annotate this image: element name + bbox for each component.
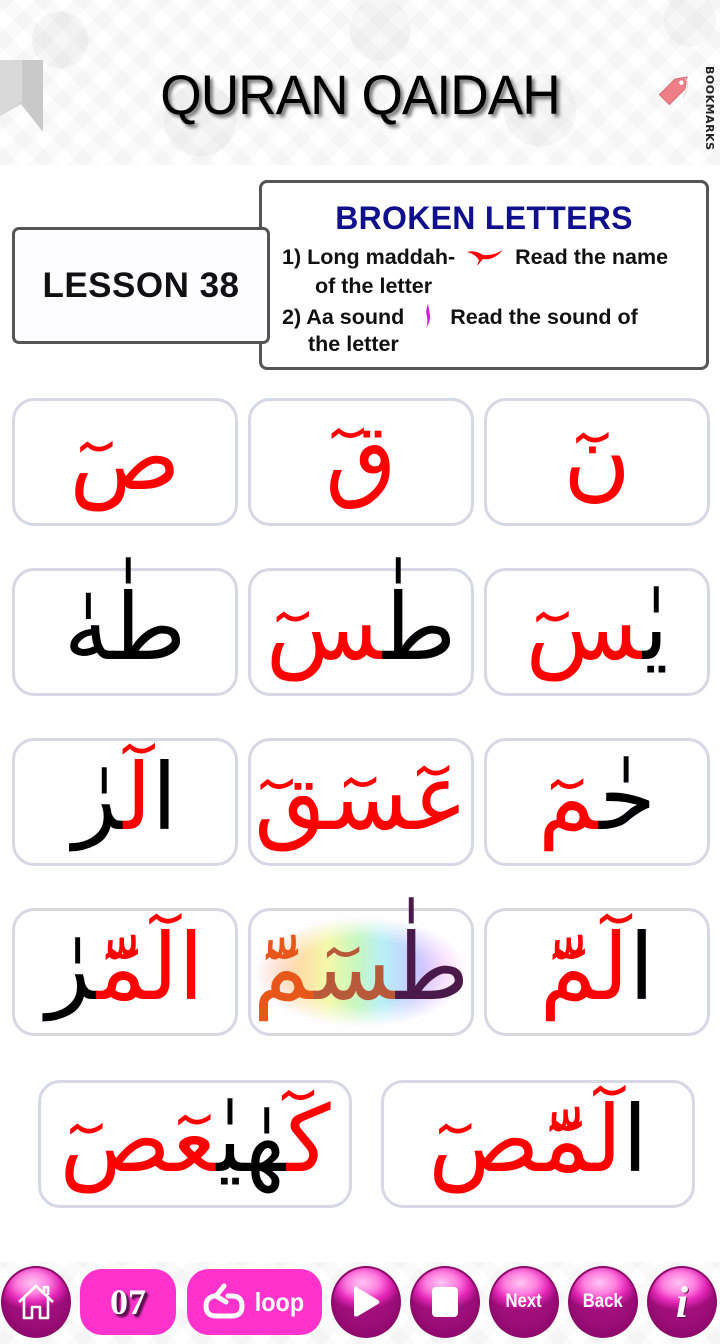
letter-segment: لٓمّٓ (96, 914, 179, 1021)
letter-segment: نٓ (563, 404, 631, 511)
app-title: QURAN QAIDAH (160, 63, 560, 126)
letter-segment: حٰ (599, 744, 657, 851)
letter-segment: لٓمّٓ (539, 914, 629, 1021)
arabic-letters: حٰمٓ (538, 752, 656, 844)
play-icon (354, 1286, 380, 1317)
arabic-letters: طٰسٓمّٓ (253, 922, 470, 1014)
letter-segment: ا (151, 744, 178, 851)
letter-card[interactable]: طٰسٓمّٓ (248, 908, 474, 1036)
letter-segment: عٓسٓقٓ (254, 744, 468, 851)
letter-card[interactable]: عٓسٓقٓ (248, 738, 474, 866)
letter-segment: صٓ (69, 404, 181, 511)
letter-segment: مّٓ (252, 914, 314, 1021)
letter-segment: يٰ (642, 574, 669, 681)
letter-card[interactable]: يٰسٓ (484, 568, 710, 696)
letter-segment: طٰ (396, 914, 470, 1021)
arabic-letters: الٓمّٓرٰ (46, 922, 204, 1014)
letter-segment: قٓ (325, 404, 397, 511)
letter-card[interactable]: حٰمٓ (484, 738, 710, 866)
letter-segment: رٰ (46, 914, 97, 1021)
letter-segment: هٰيٰ (216, 1086, 287, 1193)
rule-2: 2) Aa sound Read the sound of (282, 303, 638, 330)
letter-segment: ا (622, 1086, 648, 1193)
long-maddah-icon (467, 250, 504, 266)
letter-segment: سٓ (265, 574, 384, 681)
next-button[interactable]: Next (489, 1266, 559, 1338)
letter-segment: لٓمّٓصٓ (428, 1086, 623, 1193)
loop-label: loop (254, 1286, 305, 1317)
rule-2-suffix: Read the sound of (450, 305, 638, 329)
next-label: Next (505, 1291, 543, 1312)
arabic-letters: صٓ (69, 412, 180, 504)
letter-card[interactable]: طٰهٰ (12, 568, 238, 696)
letter-card[interactable]: قٓ (248, 398, 474, 526)
page-number-display[interactable]: 07 (80, 1269, 176, 1335)
letter-segment: ا (178, 914, 204, 1021)
letter-segment: كٓ (286, 1086, 331, 1193)
letter-segment: لٓ (123, 744, 152, 851)
rules-title: BROKEN LETTERS (335, 200, 633, 236)
letter-segment: عٓصٓ (59, 1086, 217, 1193)
stop-button[interactable] (410, 1266, 480, 1338)
letter-card[interactable]: الٓرٰ (12, 738, 238, 866)
letter-segment: سٓ (525, 574, 643, 681)
letter-segment: رٰ (72, 744, 124, 851)
home-icon (18, 1284, 54, 1320)
stop-icon (432, 1287, 458, 1317)
arabic-letters: كٓهٰيٰعٓصٓ (59, 1094, 330, 1186)
loop-button[interactable]: loop (187, 1269, 322, 1335)
letter-card[interactable]: الٓمّٓرٰ (12, 908, 238, 1036)
arabic-letters: قٓ (325, 412, 396, 504)
arabic-letters: نٓ (563, 412, 631, 504)
bookmarks-label[interactable]: BOOKMARKS (700, 66, 716, 162)
arabic-letters: طٰسٓ (266, 582, 457, 674)
arabic-letters: الٓمّٓصٓ (428, 1094, 648, 1186)
arabic-letters: طٰهٰ (64, 582, 187, 674)
arabic-letters: عٓسٓقٓ (254, 752, 468, 844)
back-label: Back (583, 1291, 623, 1312)
rule-1: 1) Long maddah- Read the name (282, 245, 668, 270)
letter-segment: سٓ (313, 914, 397, 1021)
arabic-letters: الٓمّٓ (540, 922, 655, 1014)
letter-segment: مٓ (537, 744, 600, 851)
standing-fatha-icon (426, 304, 431, 328)
rule-2-continued: the letter (308, 332, 399, 356)
info-button[interactable]: i (647, 1266, 717, 1338)
rule-1-prefix: 1) Long maddah- (282, 245, 456, 269)
letter-segment: طٰ (383, 574, 457, 681)
lesson-label: LESSON 38 (12, 227, 270, 344)
letter-card[interactable]: الٓمّٓصٓ (381, 1080, 695, 1208)
page-number: 07 (110, 1282, 146, 1322)
letter-card[interactable]: كٓهٰيٰعٓصٓ (38, 1080, 352, 1208)
info-icon: i (675, 1277, 689, 1327)
rule-1-suffix: Read the name (515, 245, 669, 269)
letter-card[interactable]: الٓمّٓ (484, 908, 710, 1036)
rules-panel: BROKEN LETTERS 1) Long maddah- Read the … (259, 180, 709, 370)
letter-card[interactable]: طٰسٓ (248, 568, 474, 696)
back-button[interactable]: Back (568, 1266, 638, 1338)
arabic-letters: يٰسٓ (526, 582, 669, 674)
home-button[interactable] (1, 1266, 71, 1338)
rule-2-prefix: 2) Aa sound (282, 305, 405, 329)
loop-icon (203, 1283, 245, 1319)
letter-card[interactable]: نٓ (484, 398, 710, 526)
letter-segment: ا (628, 914, 655, 1021)
letter-card[interactable]: صٓ (12, 398, 238, 526)
rule-1-continued: of the letter (315, 274, 433, 298)
tag-icon[interactable] (652, 66, 698, 112)
play-button[interactable] (331, 1266, 401, 1338)
arabic-letters: الٓرٰ (73, 752, 177, 844)
letter-segment: طٰهٰ (63, 574, 187, 681)
